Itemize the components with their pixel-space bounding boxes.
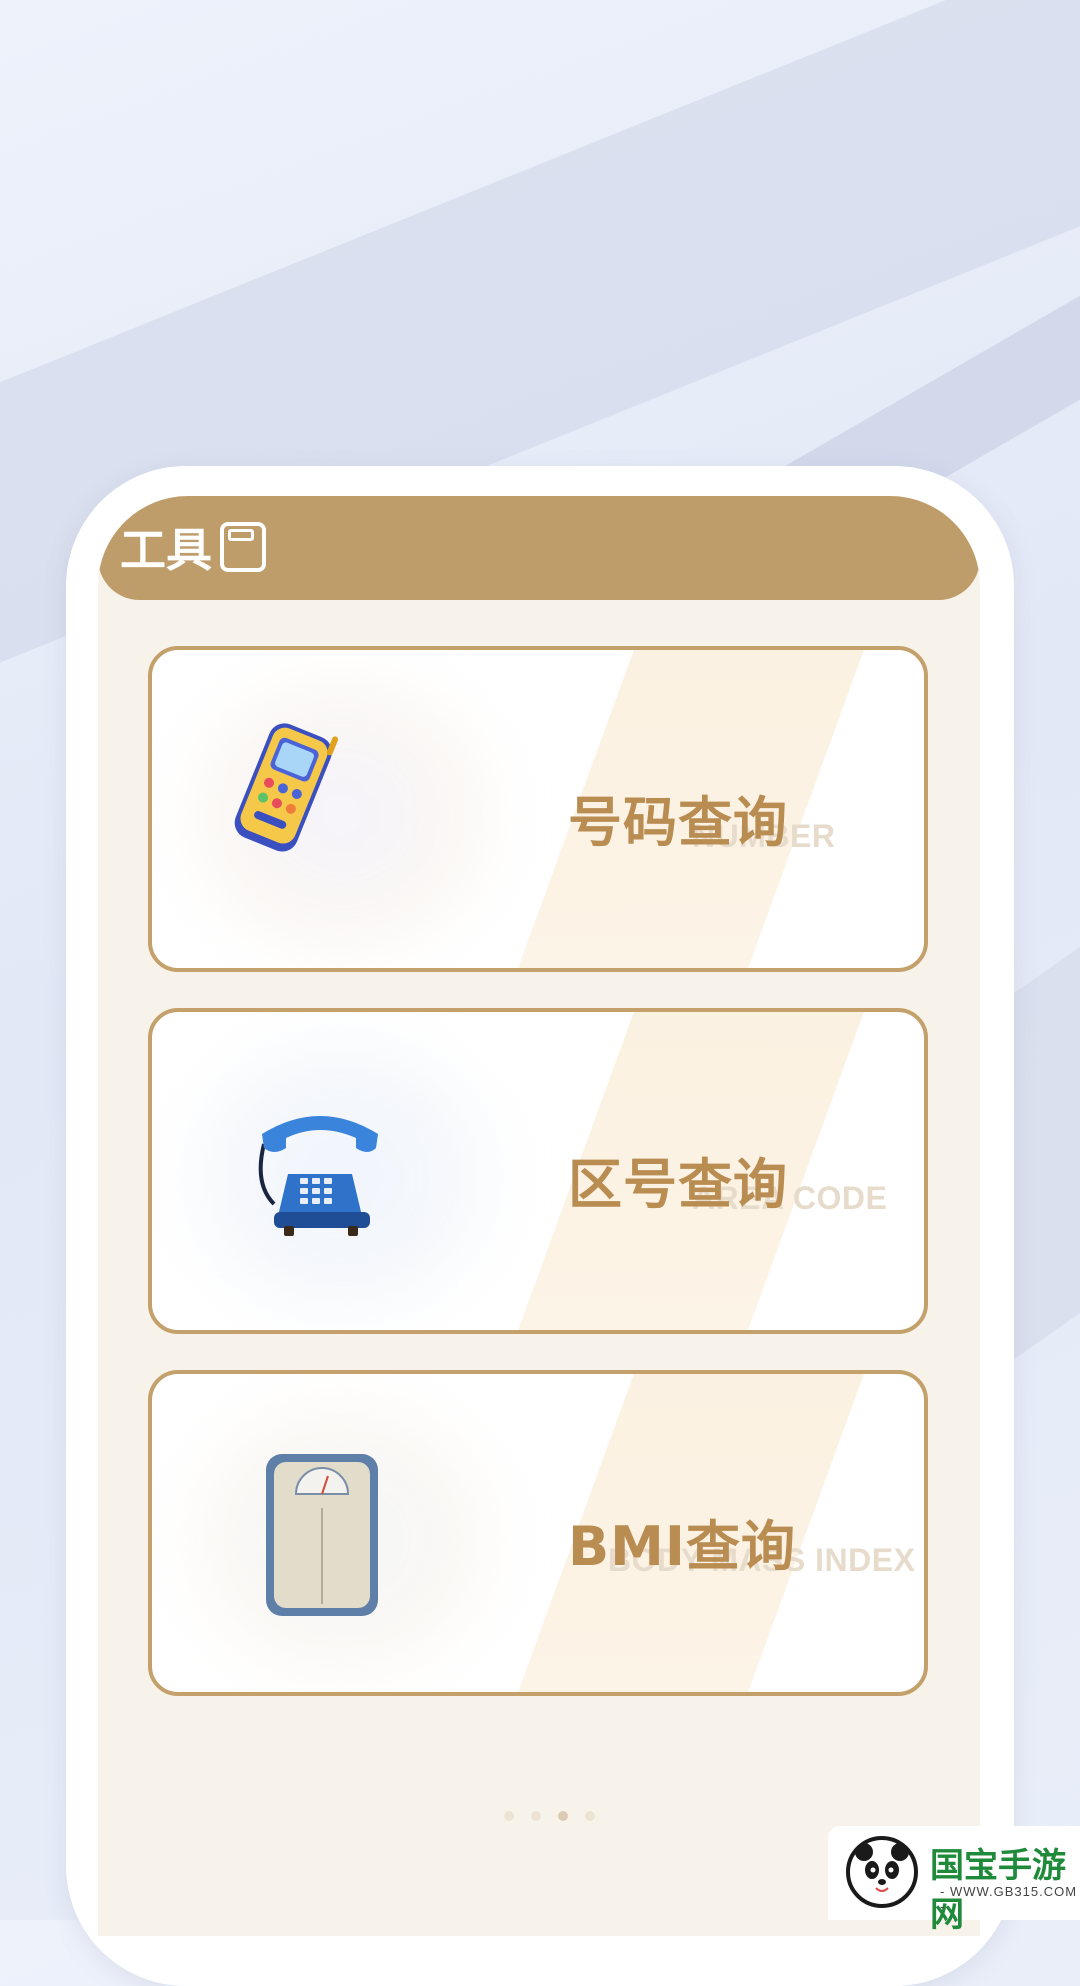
app-screen: 工具 NUMBER 号码查询 AREA CODE 区号查询 BODY MASS … <box>98 496 980 1936</box>
number-lookup-card[interactable]: NUMBER 号码查询 <box>148 646 928 972</box>
page-dot[interactable] <box>585 1811 596 1821</box>
panda-logo-icon <box>846 1836 918 1908</box>
header-bar: 工具 <box>98 496 980 600</box>
area-code-lookup-card[interactable]: AREA CODE 区号查询 <box>148 1008 928 1334</box>
page-dot[interactable] <box>531 1811 542 1821</box>
watermark: 国宝手游网 - WWW.GB315.COM - <box>828 1826 1080 1935</box>
save-icon[interactable] <box>220 522 266 572</box>
watermark-url: - WWW.GB315.COM - <box>940 1884 1078 1914</box>
weight-scale-icon <box>262 1450 382 1624</box>
card-title: 号码查询 <box>568 791 788 854</box>
rotary-telephone-icon <box>244 1104 394 1248</box>
page-dot-active[interactable] <box>558 1811 569 1821</box>
cellphone-icon <box>212 718 352 862</box>
page-dot[interactable] <box>504 1811 514 1821</box>
bmi-lookup-card[interactable]: BODY MASS INDEX BMI查询 <box>148 1370 928 1696</box>
card-title: 区号查询 <box>568 1153 788 1216</box>
card-title: BMI查询 <box>568 1515 796 1578</box>
page-title: 工具 <box>120 523 212 577</box>
page-indicator <box>498 1806 601 1825</box>
